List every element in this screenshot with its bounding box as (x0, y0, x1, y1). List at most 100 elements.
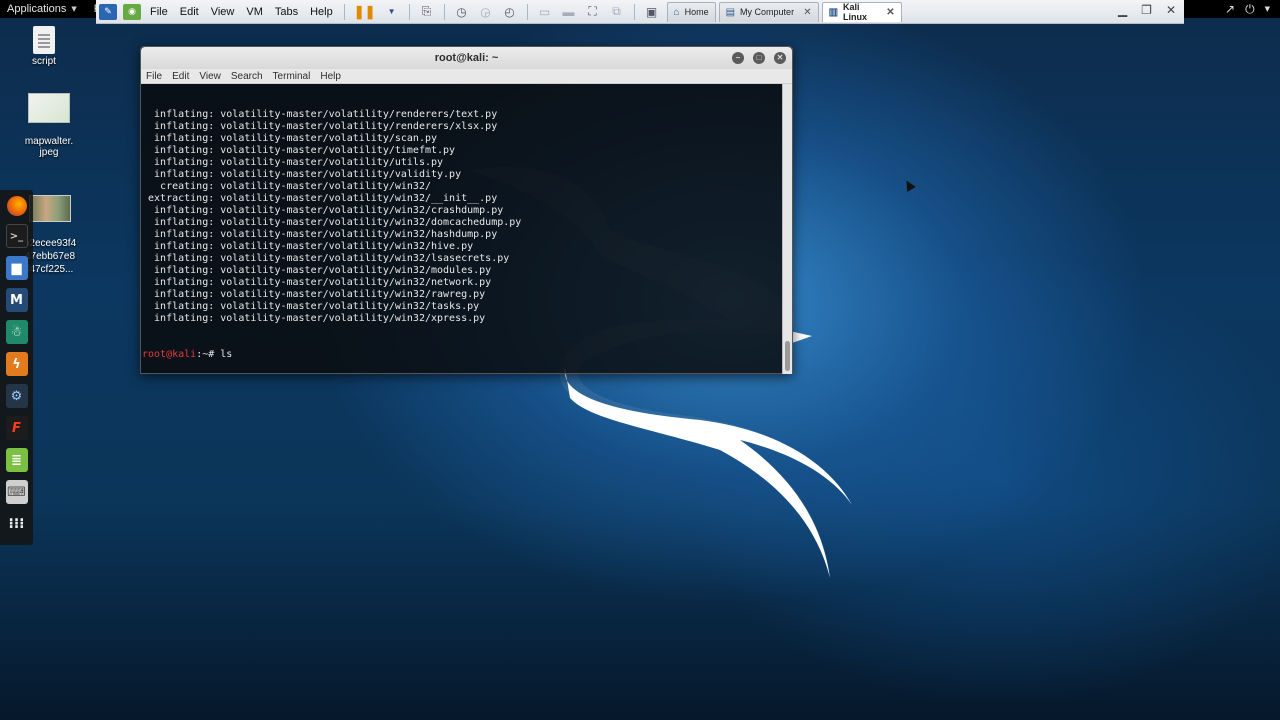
faraday-icon[interactable]: F (5, 416, 28, 440)
term-menu-search[interactable]: Search (231, 71, 263, 82)
output-line: inflating: volatility-master/volatility/… (142, 265, 492, 276)
snapshot-manager-icon[interactable]: ◴ (501, 4, 519, 20)
output-line: inflating: volatility-master/volatility/… (142, 169, 462, 180)
console-view-icon[interactable]: ▣ (643, 4, 661, 20)
close-icon[interactable]: ✕ (774, 52, 786, 64)
chevron-down-icon: ▼ (71, 5, 77, 13)
term-menu-file[interactable]: File (146, 71, 162, 82)
close-icon[interactable]: ✕ (886, 7, 894, 18)
vm-menu-file[interactable]: File (144, 6, 174, 18)
burpsuite-icon[interactable]: ϟ (5, 352, 28, 376)
minimize-icon[interactable]: ▁ (1118, 3, 1127, 17)
term-menu-help[interactable]: Help (320, 71, 341, 82)
vm-library-icon[interactable]: ◉ (123, 3, 141, 20)
desktop-icon-mapwalter[interactable]: mapwalter. jpeg (19, 82, 79, 169)
unzip-output: inflating: volatility-master/volatility/… (142, 109, 782, 325)
output-line: inflating: volatility-master/volatility/… (142, 121, 498, 132)
term-menu-terminal[interactable]: Terminal (273, 71, 311, 82)
files-icon[interactable]: ▆ (5, 256, 28, 280)
metasploit-icon[interactable]: M (5, 288, 28, 312)
separator (526, 3, 528, 20)
revert-snapshot-icon[interactable]: ◶ (477, 4, 495, 20)
term-menu-view[interactable]: View (199, 71, 221, 82)
output-line: inflating: volatility-master/volatility/… (142, 253, 510, 264)
output-line: inflating: volatility-master/volatility/… (142, 301, 480, 312)
armitage-icon[interactable]: ☃ (5, 320, 28, 344)
tab-label: Home (684, 7, 709, 17)
prompt-suffix: :~# (196, 349, 221, 360)
pause-icon[interactable]: ❚❚ (354, 4, 376, 20)
terminal-window[interactable]: root@kali: ~ – □ ✕ File Edit View Search… (140, 46, 793, 374)
desktop-icon-label: mapwalter. jpeg (24, 136, 74, 158)
applications-menu[interactable]: Applications (7, 3, 66, 15)
firefox-icon[interactable] (6, 196, 27, 216)
output-line: extracting: volatility-master/volatility… (142, 193, 498, 204)
vm-menu-vm[interactable]: VM (240, 6, 269, 18)
output-line: creating: volatility-master/volatility/w… (142, 181, 431, 192)
output-line: inflating: volatility-master/volatility/… (142, 241, 474, 252)
output-line: inflating: volatility-master/volatility/… (142, 145, 456, 156)
vm-menu-view[interactable]: View (205, 6, 241, 18)
maltego-icon[interactable]: ⚙ (5, 384, 28, 408)
minimize-icon[interactable]: – (732, 52, 744, 64)
separator (633, 3, 635, 20)
tab-kali-linux[interactable]: ▥ Kali Linux ✕ (821, 1, 902, 22)
output-line: inflating: volatility-master/volatility/… (142, 313, 486, 324)
snapshot-icon[interactable]: ◷ (453, 4, 471, 20)
separator (343, 3, 345, 20)
tab-label: My Computer (740, 7, 795, 17)
terminal-output[interactable]: inflating: volatility-master/volatility/… (141, 84, 782, 374)
vm-menu-help[interactable]: Help (304, 6, 339, 18)
output-line: inflating: volatility-master/volatility/… (142, 277, 492, 288)
restore-icon[interactable]: ❐ (1141, 3, 1152, 17)
power-icon[interactable]: ⏻ (1245, 2, 1255, 17)
desktop-icon-label: script (32, 56, 56, 67)
chevron-down-icon[interactable]: ▼ (383, 4, 401, 20)
output-line: inflating: volatility-master/volatility/… (142, 109, 498, 120)
dock-sidebar: >_ ▆ M ☃ ϟ ⚙ F ≣ ⌨ ⁝⁝⁝ (0, 190, 33, 545)
vm-icon: ▥ (828, 6, 839, 18)
gnome-top-bar-right: ↗ ⏻ ▼ (1184, 0, 1280, 18)
shell-command: ls (220, 349, 233, 360)
tab-my-computer[interactable]: ▤ My Computer ✕ (718, 1, 819, 22)
terminal-scrollbar[interactable] (782, 84, 792, 374)
full-screen-icon[interactable]: ⛶ (584, 4, 602, 20)
close-icon[interactable]: ✕ (803, 7, 811, 18)
vmware-logo-icon: ✎ (99, 3, 117, 20)
scrollbar-thumb[interactable] (785, 341, 790, 371)
tab-home[interactable]: ⌂ Home (666, 1, 716, 22)
command-line: root@kali:~# ls (142, 349, 782, 361)
keyboard-icon[interactable]: ⌨ (5, 480, 28, 504)
mouse-pointer-icon (902, 178, 916, 192)
vmware-toolbar: ✎ ◉ File Edit View VM Tabs Help ❚❚ ▼ ⎘ ◷… (96, 0, 1184, 24)
desktop-icon-script[interactable]: script (14, 26, 74, 67)
term-menu-edit[interactable]: Edit (172, 71, 189, 82)
show-apps-icon[interactable]: ⁝⁝⁝ (6, 512, 28, 536)
terminal-menubar: File Edit View Search Terminal Help (141, 69, 792, 84)
output-line: inflating: volatility-master/volatility/… (142, 205, 504, 216)
output-line: inflating: volatility-master/volatility/… (142, 229, 498, 240)
separator (443, 3, 445, 20)
show-library-icon[interactable]: ▭ (536, 4, 554, 20)
close-icon[interactable]: ✕ (1166, 3, 1176, 17)
computer-icon: ▤ (725, 6, 736, 18)
output-line: inflating: volatility-master/volatility/… (142, 217, 522, 228)
shell-prompt: root@kali (142, 349, 197, 360)
network-icon[interactable]: ↗ (1225, 2, 1235, 16)
send-ctrl-alt-del-icon[interactable]: ⎘ (418, 4, 436, 20)
unity-icon[interactable]: ⧉ (608, 4, 626, 20)
output-line: inflating: volatility-master/volatility/… (142, 157, 444, 168)
output-line: inflating: volatility-master/volatility/… (142, 133, 438, 144)
terminal-titlebar[interactable]: root@kali: ~ – □ ✕ (141, 47, 792, 69)
window-title: root@kali: ~ (434, 52, 499, 64)
vm-menu-tabs[interactable]: Tabs (269, 6, 304, 18)
vm-menu-edit[interactable]: Edit (174, 6, 205, 18)
vmware-window-controls: ▁ ❐ ✕ (1118, 3, 1176, 17)
chevron-down-icon[interactable]: ▼ (1265, 5, 1270, 13)
photo-thumbnail-icon (29, 195, 71, 222)
thumbnail-bar-icon[interactable]: ▬ (560, 4, 578, 20)
gnome-top-bar-left: Applications ▼ P (0, 0, 101, 18)
leafpad-icon[interactable]: ≣ (5, 448, 28, 472)
terminal-icon[interactable]: >_ (5, 224, 28, 248)
maximize-icon[interactable]: □ (753, 52, 765, 64)
